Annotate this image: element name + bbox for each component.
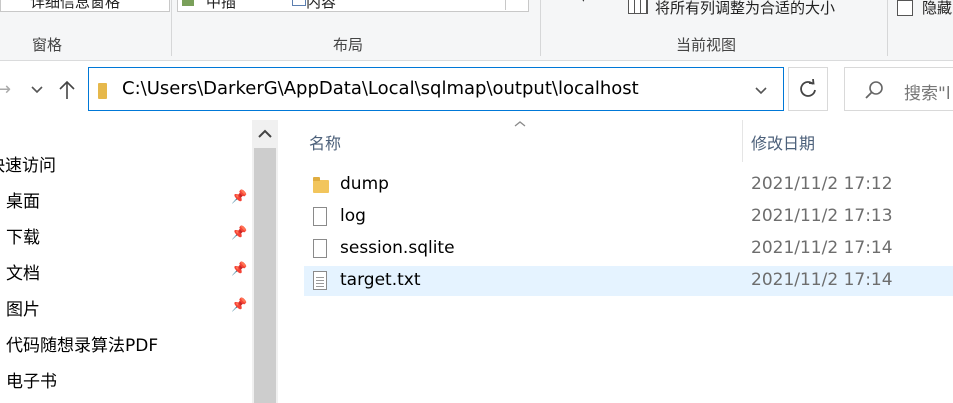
file-name[interactable]: target.txt xyxy=(340,270,420,290)
content-option-icon xyxy=(292,0,306,6)
file-name[interactable]: log xyxy=(340,206,366,226)
details-pane-label: 详细信息窗格 xyxy=(30,0,121,11)
file-modified: 2021/11/2 17:12 xyxy=(751,174,893,194)
file-icon xyxy=(313,239,327,258)
ribbon-divider xyxy=(887,0,888,56)
file-name[interactable]: session.sqlite xyxy=(340,238,455,258)
fit-columns-button[interactable]: 将所有列调整为合适的大小 xyxy=(655,0,835,18)
sidebar-item-ebooks[interactable]: 电子书 xyxy=(6,367,57,392)
sidebar-item-downloads[interactable]: 下载 xyxy=(6,223,40,248)
search-icon xyxy=(865,81,883,99)
sidebar-item-documents[interactable]: 文档 xyxy=(6,259,40,284)
column-header-name[interactable]: 名称 xyxy=(309,130,341,154)
column-divider[interactable] xyxy=(742,120,743,162)
group-label-layout: 布局 xyxy=(333,36,364,54)
ribbon-divider xyxy=(540,0,541,56)
ribbon-divider xyxy=(171,0,172,56)
text-file-icon xyxy=(313,271,327,290)
pin-icon[interactable]: 📌 xyxy=(231,262,247,277)
chevron-down-icon[interactable] xyxy=(754,86,768,96)
sidebar-item-algo-pdf[interactable]: 代码随想录算法PDF xyxy=(6,331,158,356)
pin-icon[interactable]: 📌 xyxy=(231,190,247,205)
chevron-down-icon[interactable] xyxy=(30,85,44,95)
refresh-icon xyxy=(800,79,816,97)
fit-columns-icon xyxy=(628,0,648,14)
hide-checkbox[interactable] xyxy=(897,0,913,16)
pin-icon[interactable]: 📌 xyxy=(231,226,247,241)
arrow-up-icon[interactable] xyxy=(58,80,76,100)
column-header-modified[interactable]: 修改日期 xyxy=(751,130,815,154)
group-label-current-view: 当前视图 xyxy=(676,36,737,54)
pin-icon[interactable]: 📌 xyxy=(231,298,247,313)
file-icon xyxy=(313,207,327,226)
folder-icon xyxy=(313,177,329,193)
layout-option-medium[interactable]: 中插 xyxy=(206,0,236,12)
sidebar-quick-access[interactable]: 快速访问 xyxy=(0,151,56,176)
sidebar-scroll-thumb[interactable] xyxy=(254,148,276,403)
sort-ascending-icon xyxy=(514,121,526,127)
layout-gallery-scroll[interactable] xyxy=(505,0,528,10)
group-label-pane: 窗格 xyxy=(32,36,63,54)
address-path[interactable]: C:\Users\DarkerG\AppData\Local\sqlmap\ou… xyxy=(122,78,639,99)
file-modified: 2021/11/2 17:13 xyxy=(751,206,893,226)
search-input[interactable]: 搜索"l xyxy=(904,79,951,104)
sidebar-item-pictures[interactable]: 图片 xyxy=(6,295,40,320)
file-name[interactable]: dump xyxy=(340,174,389,194)
layout-option-content[interactable]: 内容 xyxy=(306,0,336,12)
chevron-down-icon[interactable]: ▼ xyxy=(578,0,589,4)
folder-icon xyxy=(98,83,107,99)
file-modified: 2021/11/2 17:14 xyxy=(751,270,893,290)
file-modified: 2021/11/2 17:14 xyxy=(751,238,893,258)
scroll-up-icon[interactable] xyxy=(257,128,273,140)
sidebar-item-desktop[interactable]: 桌面 xyxy=(6,187,40,212)
back-arrow-icon[interactable]: → xyxy=(0,79,11,100)
hide-label: 隐藏 xyxy=(922,0,953,17)
layout-option-icon xyxy=(182,0,194,6)
